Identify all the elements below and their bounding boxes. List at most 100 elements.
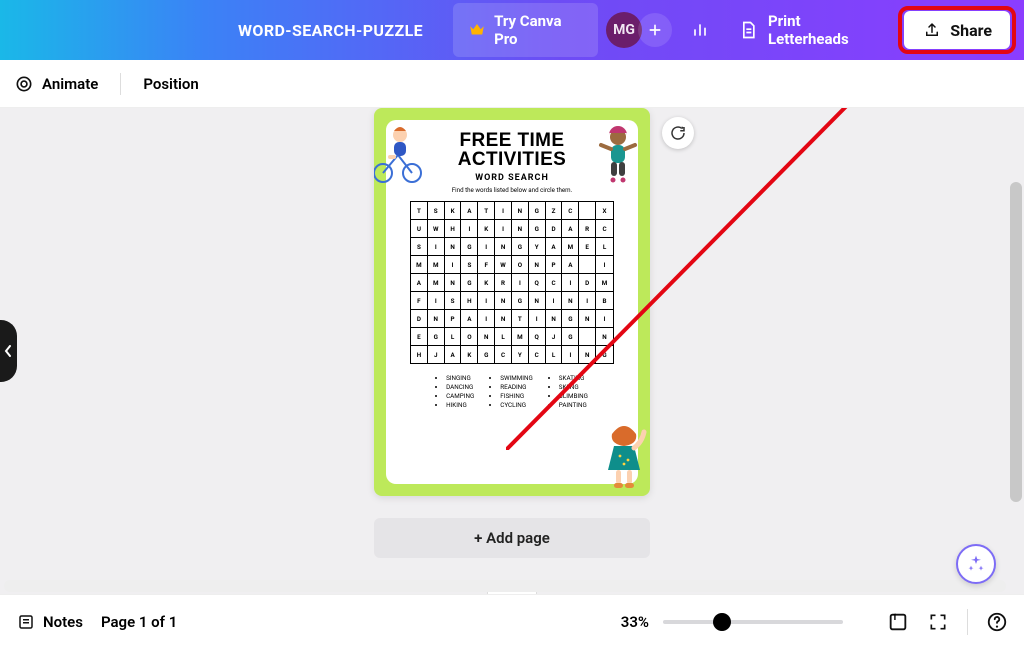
grid-row: SINGINGYAMEL xyxy=(411,238,613,256)
edit-toolbar: Animate Position xyxy=(0,60,1024,108)
grid-cell: Q xyxy=(529,274,546,291)
grid-cell: C xyxy=(495,346,512,363)
zoom-controls: 33% xyxy=(621,613,843,631)
grid-badge: 1 xyxy=(892,613,897,623)
grid-cell: I xyxy=(529,310,546,327)
grid-cell: M xyxy=(411,256,428,273)
canvas-area[interactable]: FREE TIME ACTIVITIES WORD SEARCH Find th… xyxy=(0,108,1024,594)
grid-cell: K xyxy=(478,274,495,291)
grid-cell: W xyxy=(428,220,445,237)
grid-cell: G xyxy=(529,220,546,237)
grid-view-button[interactable]: 1 xyxy=(887,611,909,633)
grid-cell: J xyxy=(546,328,563,345)
magic-button[interactable] xyxy=(956,544,996,584)
grid-cell: L xyxy=(495,328,512,345)
word-item: SKIING xyxy=(559,383,588,391)
print-button[interactable]: Print Letterheads xyxy=(728,3,888,57)
grid-cell: H xyxy=(445,220,462,237)
grid-cell: I xyxy=(478,292,495,309)
grid-cell: Z xyxy=(546,202,563,219)
animate-button[interactable]: Animate xyxy=(14,74,98,94)
grid-cell: F xyxy=(478,256,495,273)
scroll-thumb[interactable] xyxy=(1010,182,1022,502)
grid-cell: I xyxy=(579,292,596,309)
grid-cell: G xyxy=(512,238,529,255)
grid-cell xyxy=(579,202,596,219)
word-item: PAINTING xyxy=(559,401,588,409)
add-collaborator-button[interactable] xyxy=(638,13,672,47)
grid-cell: K xyxy=(478,220,495,237)
notes-button[interactable]: Notes xyxy=(16,612,83,632)
share-button[interactable]: Share xyxy=(904,11,1010,49)
grid-cell: I xyxy=(428,292,445,309)
side-panel-expand[interactable] xyxy=(0,320,17,382)
grid-cell: E xyxy=(579,238,596,255)
grid-row: AMNGKRIQCIDM xyxy=(411,274,613,292)
grid-cell: S xyxy=(461,256,478,273)
vertical-scrollbar[interactable] xyxy=(1010,112,1022,576)
grid-cell: W xyxy=(495,256,512,273)
divider xyxy=(967,609,968,635)
grid-cell: I xyxy=(562,346,579,363)
avatar[interactable]: MG xyxy=(606,12,642,48)
grid-cell: A xyxy=(546,238,563,255)
grid-cell: G xyxy=(461,238,478,255)
zoom-slider-knob[interactable] xyxy=(713,613,731,631)
grid-cell: C xyxy=(562,202,579,219)
top-toolbar: WORD-SEARCH-PUZZLE Try Canva Pro MG Prin… xyxy=(0,0,1024,60)
grid-cell xyxy=(579,328,596,345)
grid-cell: N xyxy=(445,274,462,291)
page-refresh-button[interactable] xyxy=(662,117,694,149)
grid-cell: G xyxy=(478,346,495,363)
position-button[interactable]: Position xyxy=(143,75,198,93)
insights-button[interactable] xyxy=(680,11,720,49)
collaborators: MG xyxy=(606,12,672,48)
grid-cell: M xyxy=(428,256,445,273)
grid-cell: N xyxy=(445,238,462,255)
add-page-button[interactable]: + Add page xyxy=(374,518,650,558)
grid-cell: Y xyxy=(512,346,529,363)
grid-cell: A xyxy=(411,274,428,291)
word-item: DANCING xyxy=(446,383,474,391)
grid-cell: N xyxy=(512,202,529,219)
grid-cell: I xyxy=(461,220,478,237)
share-label: Share xyxy=(950,21,992,40)
grid-cell: N xyxy=(579,310,596,327)
grid-cell: X xyxy=(596,202,613,219)
upload-icon xyxy=(922,20,942,40)
grid-cell: Y xyxy=(529,238,546,255)
try-pro-button[interactable]: Try Canva Pro xyxy=(453,3,598,57)
grid-cell: I xyxy=(495,220,512,237)
word-column: SKATINGSKIINGCLIMBINGPAINTING xyxy=(549,373,588,410)
grid-cell: I xyxy=(596,310,613,327)
fullscreen-button[interactable] xyxy=(927,611,949,633)
zoom-percent[interactable]: 33% xyxy=(621,613,649,631)
design-name[interactable]: WORD-SEARCH-PUZZLE xyxy=(238,21,423,40)
grid-row: DNPAINTINGNI xyxy=(411,310,613,328)
grid-cell: I xyxy=(512,274,529,291)
grid-cell: P xyxy=(546,256,563,273)
help-button[interactable] xyxy=(986,611,1008,633)
grid-cell: I xyxy=(445,256,462,273)
page-canvas[interactable]: FREE TIME ACTIVITIES WORD SEARCH Find th… xyxy=(374,108,650,496)
animate-label: Animate xyxy=(42,75,98,93)
scroll-thumb[interactable] xyxy=(4,580,1006,592)
zoom-slider[interactable] xyxy=(663,620,843,624)
grid-cell: L xyxy=(596,238,613,255)
grid-cell: N xyxy=(428,310,445,327)
horizontal-scrollbar[interactable] xyxy=(4,580,1006,592)
grid-cell: F xyxy=(411,292,428,309)
grid-cell: T xyxy=(411,202,428,219)
grid-cell: M xyxy=(562,238,579,255)
grid-cell: M xyxy=(512,328,529,345)
word-item: SKATING xyxy=(559,374,588,382)
grid-cell: N xyxy=(529,292,546,309)
grid-cell: U xyxy=(411,220,428,237)
grid-cell: N xyxy=(579,346,596,363)
grid-cell: G xyxy=(428,328,445,345)
page-indicator[interactable]: Page 1 of 1 xyxy=(101,613,177,631)
grid-cell: N xyxy=(596,328,613,345)
divider xyxy=(120,73,121,95)
grid-row: HJAKGCYCLING xyxy=(411,346,613,363)
grid-row: TSKATINGZCX xyxy=(411,202,613,220)
